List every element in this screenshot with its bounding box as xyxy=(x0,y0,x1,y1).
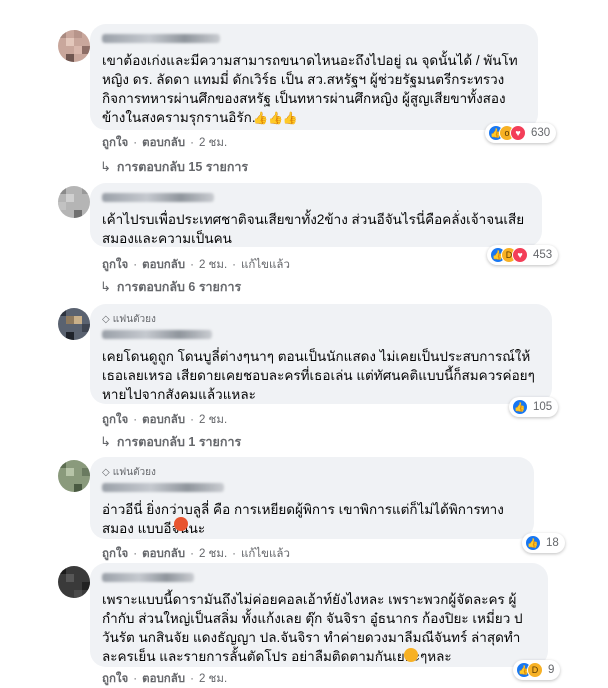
love-reaction-icon: ♥ xyxy=(512,247,528,263)
timestamp[interactable]: 2 ชม. xyxy=(199,134,227,152)
reply-arrow-icon: ↳ xyxy=(100,279,111,294)
like-link[interactable]: ถูกใจ xyxy=(102,545,128,563)
comment-bubble: ◇ แฟนตัวยง อ่าวอีนี่ ยิ่งกว่าบลูลี่ คือ … xyxy=(90,457,534,539)
author-name-blurred[interactable] xyxy=(102,193,214,202)
replies-label: การตอบกลับ 1 รายการ xyxy=(116,435,242,449)
reply-link[interactable]: ตอบกลับ xyxy=(142,256,185,274)
angry-emoji xyxy=(174,517,188,531)
comment-actions: ถูกใจ · ตอบกลับ · 2 ชม. · แก้ไขแล้ว xyxy=(102,256,290,274)
love-reaction-icon: ♥ xyxy=(510,125,526,141)
timestamp[interactable]: 2 ชม. xyxy=(199,545,227,563)
avatar[interactable] xyxy=(58,566,90,598)
like-link[interactable]: ถูกใจ xyxy=(102,411,128,429)
diamond-icon: ◇ xyxy=(102,467,110,478)
comment-bubble: เพราะแบบนี้ดารามันถึงไม่ค่อยคอลเอ้าท์ยัง… xyxy=(90,563,548,667)
replies-label: การตอบกลับ 15 รายการ xyxy=(116,160,249,174)
reply-link[interactable]: ตอบกลับ xyxy=(142,411,185,429)
like-link[interactable]: ถูกใจ xyxy=(102,670,128,688)
comment-actions: ถูกใจ · ตอบกลับ · 2 ชม. xyxy=(102,134,227,152)
timestamp[interactable]: 2 ชม. xyxy=(199,670,227,688)
comment-text: เพราะแบบนี้ดารามันถึงไม่ค่อยคอลเอ้าท์ยัง… xyxy=(102,592,523,664)
replies-label: การตอบกลับ 6 รายการ xyxy=(116,280,242,294)
reply-link[interactable]: ตอบกลับ xyxy=(142,134,185,152)
like-reaction-icon: 👍 xyxy=(512,399,528,415)
comment-bubble: ◇ แฟนตัวยง เคยโดนดูถูก โดนบูลี่ต่างๆนาๆ … xyxy=(90,304,552,404)
view-replies-link[interactable]: ↳ การตอบกลับ 6 รายการ xyxy=(100,277,241,297)
avatar[interactable] xyxy=(58,460,90,492)
reaction-count: 630 xyxy=(531,127,551,139)
like-link[interactable]: ถูกใจ xyxy=(102,134,128,152)
haha-reaction-icon: D xyxy=(527,662,543,678)
reply-link[interactable]: ตอบกลับ xyxy=(142,545,185,563)
diamond-icon: ◇ xyxy=(102,314,110,325)
comment-actions: ถูกใจ · ตอบกลับ · 2 ชม. xyxy=(102,411,227,429)
timestamp[interactable]: 2 ชม. xyxy=(199,411,227,429)
reaction-count: 9 xyxy=(548,664,555,676)
top-fan-badge: ◇ แฟนตัวยง xyxy=(102,465,522,480)
like-link[interactable]: ถูกใจ xyxy=(102,256,128,274)
badge-label: แฟนตัวยง xyxy=(112,467,156,478)
author-name-blurred[interactable] xyxy=(102,573,194,582)
comment-text: เคยโดนดูถูก โดนบูลี่ต่างๆนาๆ ตอนเป็นนักแ… xyxy=(102,349,535,402)
comment-text: เขาต้องเก่งและมีความสามารถขนาดไหนอะถึงไป… xyxy=(102,53,518,125)
top-fan-badge: ◇ แฟนตัวยง xyxy=(102,312,540,327)
edited-label: แก้ไขแล้ว xyxy=(240,548,290,560)
badge-label: แฟนตัวยง xyxy=(112,314,156,325)
reply-arrow-icon: ↳ xyxy=(100,159,111,174)
like-reaction-icon: 👍 xyxy=(525,535,541,551)
comment-bubble: เขาต้องเก่งและมีความสามารถขนาดไหนอะถึงไป… xyxy=(90,24,538,130)
reaction-summary[interactable]: 👍 o ♥ 630 xyxy=(485,123,557,143)
reply-arrow-icon: ↳ xyxy=(100,434,111,449)
reaction-summary[interactable]: 👍 18 xyxy=(522,533,565,553)
comment-actions: ถูกใจ · ตอบกลับ · 2 ชม. · แก้ไขแล้ว xyxy=(102,545,290,563)
reaction-count: 453 xyxy=(533,249,553,261)
reaction-summary[interactable]: 👍 D 9 xyxy=(513,660,561,680)
avatar[interactable] xyxy=(58,308,90,340)
edited-label: แก้ไขแล้ว xyxy=(240,259,290,271)
author-name-blurred[interactable] xyxy=(102,34,220,43)
smile-emoji xyxy=(404,648,418,662)
avatar[interactable] xyxy=(58,186,90,218)
reaction-count: 18 xyxy=(546,537,559,549)
avatar[interactable] xyxy=(58,30,90,62)
timestamp[interactable]: 2 ชม. xyxy=(199,256,227,274)
emoji-thumbs: 👍👍👍 xyxy=(253,111,298,125)
view-replies-link[interactable]: ↳ การตอบกลับ 1 รายการ xyxy=(100,432,241,452)
author-name-blurred[interactable] xyxy=(102,483,224,492)
comment-text: อ่าวอีนี่ ยิ่งกว่าบลูลี่ คือ การเหยียดผู… xyxy=(102,502,504,536)
reply-link[interactable]: ตอบกลับ xyxy=(142,670,185,688)
comment-bubble: เค้าไปรบเพื่อประเทศชาติจนเสียขาทั้ง2ข้าง… xyxy=(90,183,542,247)
reaction-count: 105 xyxy=(533,401,553,413)
comment-actions: ถูกใจ · ตอบกลับ · 2 ชม. xyxy=(102,670,227,688)
comment-text: เค้าไปรบเพื่อประเทศชาติจนเสียขาทั้ง2ข้าง… xyxy=(102,212,525,246)
view-replies-link[interactable]: ↳ การตอบกลับ 15 รายการ xyxy=(100,157,248,177)
reaction-summary[interactable]: 👍 105 xyxy=(509,397,559,417)
author-name-blurred[interactable] xyxy=(102,330,212,339)
reaction-summary[interactable]: 👍 D ♥ 453 xyxy=(487,245,559,265)
